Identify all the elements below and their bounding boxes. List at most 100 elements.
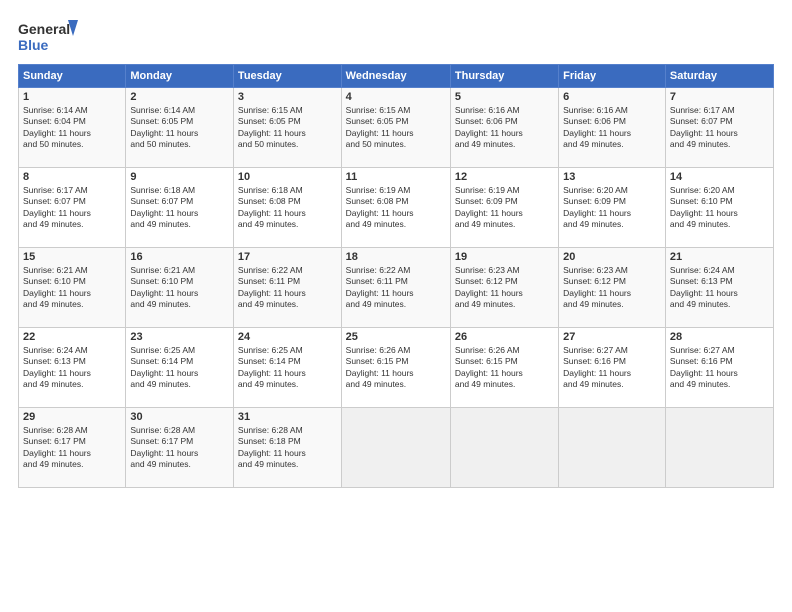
day-info: Sunrise: 6:20 AM Sunset: 6:09 PM Dayligh… [563,185,661,231]
day-number: 28 [670,331,769,343]
day-info: Sunrise: 6:21 AM Sunset: 6:10 PM Dayligh… [130,265,229,311]
day-info: Sunrise: 6:26 AM Sunset: 6:15 PM Dayligh… [346,345,446,391]
day-number: 31 [238,411,337,423]
header: GeneralBlue [18,18,774,54]
calendar-cell: 30Sunrise: 6:28 AM Sunset: 6:17 PM Dayli… [126,408,234,488]
day-number: 4 [346,91,446,103]
day-number: 10 [238,171,337,183]
day-number: 12 [455,171,554,183]
day-number: 3 [238,91,337,103]
day-info: Sunrise: 6:28 AM Sunset: 6:17 PM Dayligh… [130,425,229,471]
day-number: 6 [563,91,661,103]
day-info: Sunrise: 6:17 AM Sunset: 6:07 PM Dayligh… [670,105,769,151]
day-number: 13 [563,171,661,183]
calendar-table: SundayMondayTuesdayWednesdayThursdayFrid… [18,64,774,488]
day-number: 23 [130,331,229,343]
day-number: 21 [670,251,769,263]
day-number: 15 [23,251,121,263]
day-header-sunday: Sunday [19,65,126,88]
calendar-week-row: 29Sunrise: 6:28 AM Sunset: 6:17 PM Dayli… [19,408,774,488]
day-number: 22 [23,331,121,343]
day-info: Sunrise: 6:16 AM Sunset: 6:06 PM Dayligh… [455,105,554,151]
day-info: Sunrise: 6:23 AM Sunset: 6:12 PM Dayligh… [455,265,554,311]
day-header-thursday: Thursday [450,65,558,88]
day-info: Sunrise: 6:14 AM Sunset: 6:04 PM Dayligh… [23,105,121,151]
day-info: Sunrise: 6:28 AM Sunset: 6:18 PM Dayligh… [238,425,337,471]
day-header-monday: Monday [126,65,234,88]
day-number: 27 [563,331,661,343]
svg-text:Blue: Blue [18,37,49,53]
day-info: Sunrise: 6:27 AM Sunset: 6:16 PM Dayligh… [563,345,661,391]
day-info: Sunrise: 6:15 AM Sunset: 6:05 PM Dayligh… [346,105,446,151]
calendar-cell: 27 Sunrise: 6:27 AM Sunset: 6:16 PM Dayli… [559,328,666,408]
calendar-cell: 28 Sunrise: 6:27 AM Sunset: 6:16 PM Dayli… [665,328,773,408]
day-info: Sunrise: 6:19 AM Sunset: 6:08 PM Dayligh… [346,185,446,231]
calendar-cell [665,408,773,488]
day-info: Sunrise: 6:22 AM Sunset: 6:11 PM Dayligh… [238,265,337,311]
day-info: Sunrise: 6:24 AM Sunset: 6:13 PM Dayligh… [670,265,769,311]
calendar-cell: 6 Sunrise: 6:16 AM Sunset: 6:06 PM Daylig… [559,88,666,168]
day-info: Sunrise: 6:24 AM Sunset: 6:13 PM Dayligh… [23,345,121,391]
day-info: Sunrise: 6:18 AM Sunset: 6:08 PM Dayligh… [238,185,337,231]
calendar-cell: 4 Sunrise: 6:15 AM Sunset: 6:05 PM Daylig… [341,88,450,168]
calendar-cell: 13 Sunrise: 6:20 AM Sunset: 6:09 PM Dayli… [559,168,666,248]
calendar-cell [450,408,558,488]
day-number: 8 [23,171,121,183]
day-number: 11 [346,171,446,183]
day-info: Sunrise: 6:16 AM Sunset: 6:06 PM Dayligh… [563,105,661,151]
day-number: 18 [346,251,446,263]
calendar-cell: 16 Sunrise: 6:21 AM Sunset: 6:10 PM Dayli… [126,248,234,328]
calendar-cell: 20 Sunrise: 6:23 AM Sunset: 6:12 PM Dayli… [559,248,666,328]
calendar-cell: 21 Sunrise: 6:24 AM Sunset: 6:13 PM Dayli… [665,248,773,328]
calendar-cell: 19 Sunrise: 6:23 AM Sunset: 6:12 PM Dayli… [450,248,558,328]
calendar-cell: 18 Sunrise: 6:22 AM Sunset: 6:11 PM Dayli… [341,248,450,328]
calendar-cell: 25 Sunrise: 6:26 AM Sunset: 6:15 PM Dayli… [341,328,450,408]
day-number: 5 [455,91,554,103]
day-number: 19 [455,251,554,263]
calendar-cell: 2 Sunrise: 6:14 AM Sunset: 6:05 PM Daylig… [126,88,234,168]
day-number: 7 [670,91,769,103]
day-info: Sunrise: 6:26 AM Sunset: 6:15 PM Dayligh… [455,345,554,391]
day-info: Sunrise: 6:18 AM Sunset: 6:07 PM Dayligh… [130,185,229,231]
calendar-cell: 3 Sunrise: 6:15 AM Sunset: 6:05 PM Daylig… [233,88,341,168]
day-info: Sunrise: 6:19 AM Sunset: 6:09 PM Dayligh… [455,185,554,231]
day-number: 25 [346,331,446,343]
calendar-cell: 31 Sunrise: 6:28 AM Sunset: 6:18 PM Dayli… [233,408,341,488]
calendar-cell: 14 Sunrise: 6:20 AM Sunset: 6:10 PM Dayli… [665,168,773,248]
calendar-cell: 17 Sunrise: 6:22 AM Sunset: 6:11 PM Dayli… [233,248,341,328]
logo-icon: GeneralBlue [18,18,78,54]
calendar-week-row: 22 Sunrise: 6:24 AM Sunset: 6:13 PM Dayli… [19,328,774,408]
calendar-week-row: 15 Sunrise: 6:21 AM Sunset: 6:10 PM Dayli… [19,248,774,328]
day-header-tuesday: Tuesday [233,65,341,88]
day-number: 16 [130,251,229,263]
calendar-cell [559,408,666,488]
calendar-cell: 29Sunrise: 6:28 AM Sunset: 6:17 PM Dayli… [19,408,126,488]
svg-text:General: General [18,21,70,37]
day-number: 17 [238,251,337,263]
day-info: Sunrise: 6:22 AM Sunset: 6:11 PM Dayligh… [346,265,446,311]
day-number: 20 [563,251,661,263]
day-number: 26 [455,331,554,343]
day-info: Sunrise: 6:17 AM Sunset: 6:07 PM Dayligh… [23,185,121,231]
day-info: Sunrise: 6:20 AM Sunset: 6:10 PM Dayligh… [670,185,769,231]
calendar-week-row: 8 Sunrise: 6:17 AM Sunset: 6:07 PM Daylig… [19,168,774,248]
calendar-cell: 7 Sunrise: 6:17 AM Sunset: 6:07 PM Daylig… [665,88,773,168]
day-info: Sunrise: 6:14 AM Sunset: 6:05 PM Dayligh… [130,105,229,151]
calendar-cell: 24Sunrise: 6:25 AM Sunset: 6:14 PM Dayli… [233,328,341,408]
day-info: Sunrise: 6:28 AM Sunset: 6:17 PM Dayligh… [23,425,121,471]
day-info: Sunrise: 6:23 AM Sunset: 6:12 PM Dayligh… [563,265,661,311]
logo: GeneralBlue [18,18,78,54]
day-header-wednesday: Wednesday [341,65,450,88]
day-info: Sunrise: 6:27 AM Sunset: 6:16 PM Dayligh… [670,345,769,391]
calendar-cell: 26 Sunrise: 6:26 AM Sunset: 6:15 PM Dayli… [450,328,558,408]
day-number: 2 [130,91,229,103]
calendar-cell: 22 Sunrise: 6:24 AM Sunset: 6:13 PM Dayli… [19,328,126,408]
day-info: Sunrise: 6:15 AM Sunset: 6:05 PM Dayligh… [238,105,337,151]
day-info: Sunrise: 6:25 AM Sunset: 6:14 PM Dayligh… [130,345,229,391]
calendar-cell: 23 Sunrise: 6:25 AM Sunset: 6:14 PM Dayli… [126,328,234,408]
calendar-cell: 11 Sunrise: 6:19 AM Sunset: 6:08 PM Dayli… [341,168,450,248]
day-number: 24 [238,331,337,343]
calendar-cell: 1Sunrise: 6:14 AM Sunset: 6:04 PM Daylig… [19,88,126,168]
page: GeneralBlue SundayMondayTuesdayWednesday… [0,0,792,612]
day-number: 14 [670,171,769,183]
